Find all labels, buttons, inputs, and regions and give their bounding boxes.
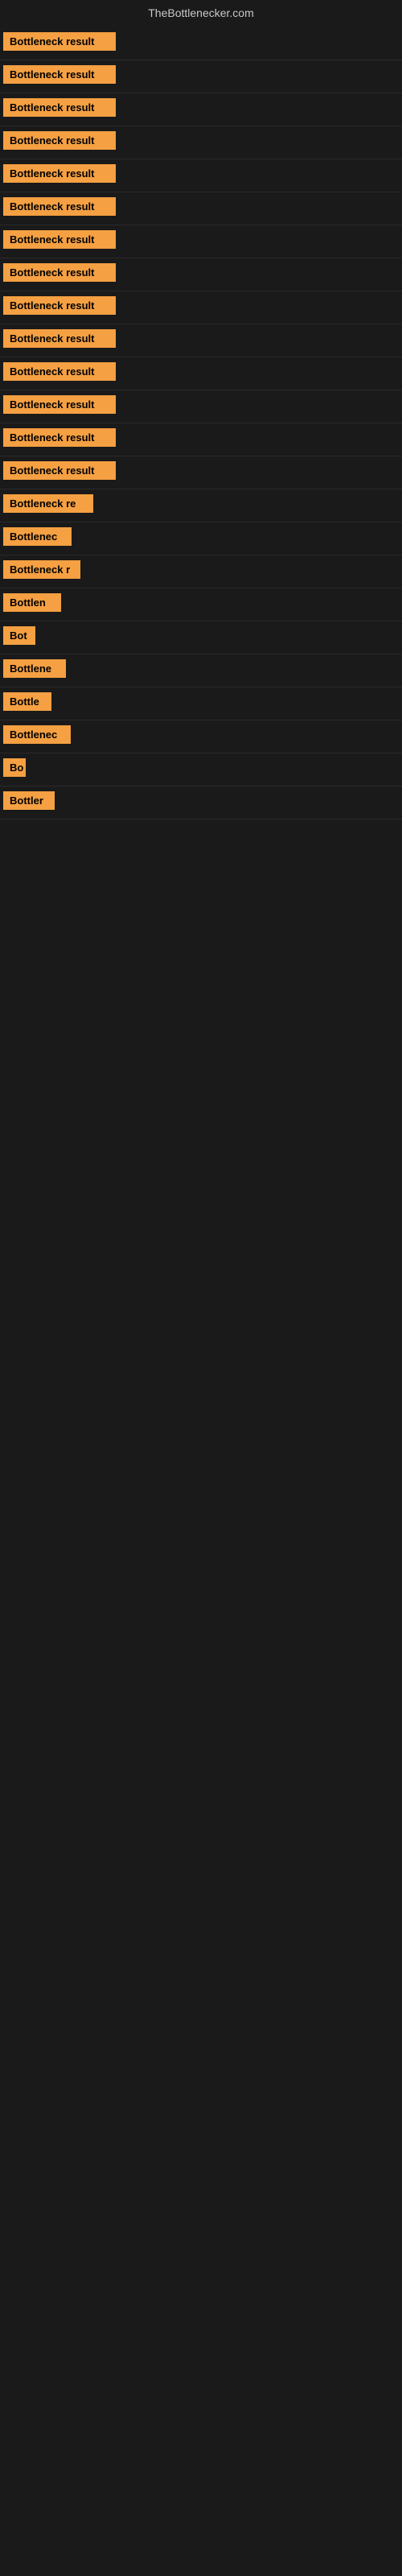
rows-container: Bottleneck result Bottleneck result Bottle… <box>0 27 402 819</box>
bottleneck-result-bar[interactable]: Bottleneck result <box>3 329 116 348</box>
list-item: Bottleneck result <box>0 192 402 225</box>
list-item: Bottleneck r <box>0 555 402 588</box>
list-item: Bottleneck result <box>0 291 402 324</box>
bottleneck-result-bar[interactable]: Bottlen <box>3 593 61 612</box>
list-item: Bottleneck result <box>0 357 402 390</box>
page-wrapper: TheBottlenecker.com Bottleneck resultBot… <box>0 0 402 819</box>
list-item: Bottleneck result <box>0 423 402 456</box>
bottleneck-result-bar[interactable]: Bottleneck result <box>3 461 116 480</box>
list-item: Bottleneck result <box>0 93 402 126</box>
list-item: Bottleneck result <box>0 258 402 291</box>
bottleneck-result-bar[interactable]: Bottleneck result <box>3 395 116 414</box>
list-item: Bottleneck result <box>0 390 402 423</box>
list-item: Bottleneck result <box>0 126 402 159</box>
list-item: Bottleneck result <box>0 159 402 192</box>
bottleneck-result-bar[interactable]: Bottler <box>3 791 55 810</box>
bottleneck-result-bar[interactable]: Bottle <box>3 692 51 711</box>
list-item: Bottlen <box>0 588 402 621</box>
bottleneck-result-bar[interactable]: Bottleneck result <box>3 362 116 381</box>
bottleneck-result-bar[interactable]: Bottleneck result <box>3 32 116 51</box>
bottleneck-result-bar[interactable]: Bottleneck result <box>3 296 116 315</box>
bottleneck-result-bar[interactable]: Bottleneck result <box>3 131 116 150</box>
bottleneck-result-bar[interactable]: Bottlene <box>3 659 66 678</box>
bottleneck-result-bar[interactable]: Bottleneck re <box>3 494 93 513</box>
list-item: Bottle <box>0 687 402 720</box>
bottleneck-result-bar[interactable]: Bottleneck result <box>3 197 116 216</box>
site-title: TheBottlenecker.com <box>148 6 254 19</box>
bottleneck-result-bar[interactable]: Bottleneck result <box>3 65 116 84</box>
bottleneck-result-bar[interactable]: Bot <box>3 626 35 645</box>
bottleneck-result-bar[interactable]: Bottleneck result <box>3 263 116 282</box>
list-item: Bottleneck result <box>0 456 402 489</box>
list-item: Bottleneck result <box>0 60 402 93</box>
list-item: Bot <box>0 621 402 654</box>
site-header: TheBottlenecker.com <box>0 0 402 27</box>
bottleneck-result-bar[interactable]: Bottlenec <box>3 725 71 744</box>
list-item: Bo <box>0 753 402 786</box>
bottleneck-result-bar[interactable]: Bottleneck result <box>3 428 116 447</box>
list-item: Bottler <box>0 786 402 819</box>
bottleneck-result-bar[interactable]: Bottleneck r <box>3 560 80 579</box>
list-item: Bottleneck result <box>0 225 402 258</box>
bottleneck-result-bar[interactable]: Bottlenec <box>3 527 72 546</box>
list-item: Bottleneck re <box>0 489 402 522</box>
bottleneck-result-bar[interactable]: Bo <box>3 758 26 777</box>
bottleneck-result-bar[interactable]: Bottleneck result <box>3 164 116 183</box>
bottleneck-result-bar[interactable]: Bottleneck result <box>3 230 116 249</box>
list-item: Bottleneck result <box>0 27 402 60</box>
list-item: Bottlenec <box>0 522 402 555</box>
list-item: Bottlene <box>0 654 402 687</box>
list-item: Bottlenec <box>0 720 402 753</box>
bottleneck-result-bar[interactable]: Bottleneck result <box>3 98 116 117</box>
list-item: Bottleneck result <box>0 324 402 357</box>
